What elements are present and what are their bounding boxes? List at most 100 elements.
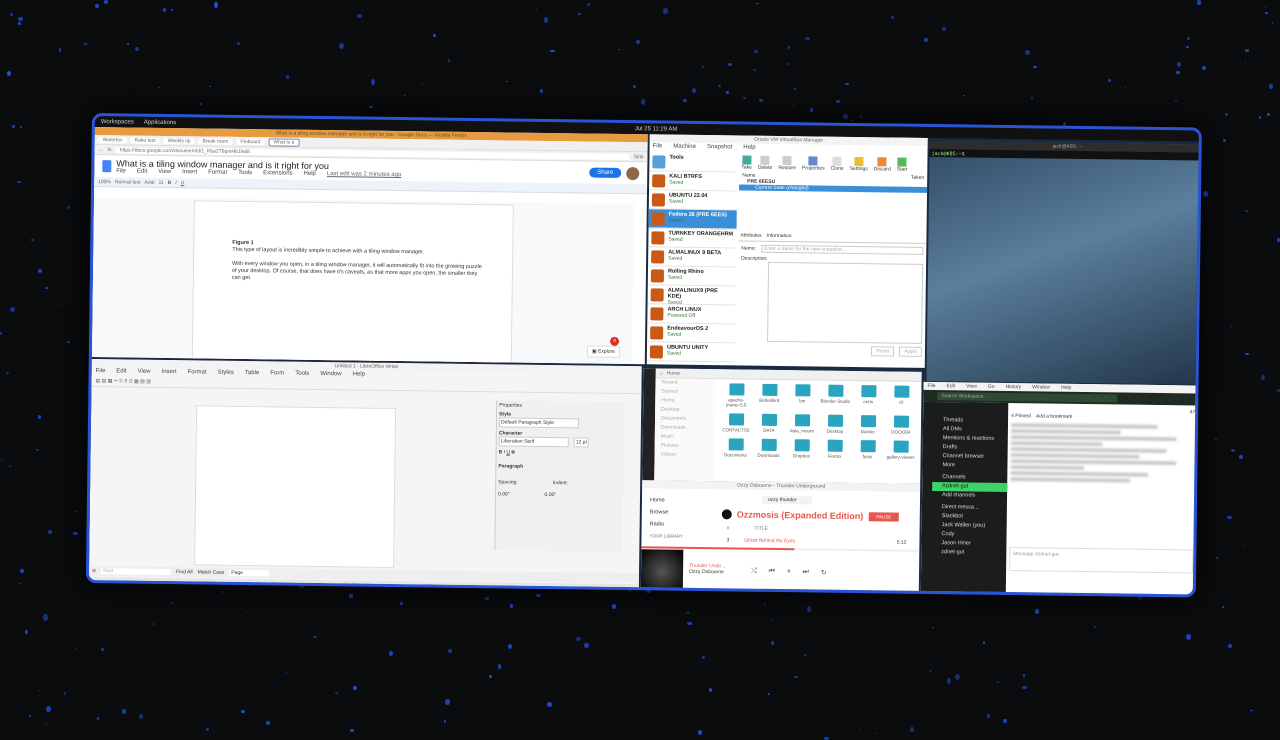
back-icon[interactable]: ← [98,147,103,153]
bold-button[interactable]: B [168,179,172,185]
restore-button[interactable]: Restore [778,156,796,171]
menu-view[interactable]: View [158,169,171,175]
explore-button[interactable]: ▣ Explore [587,345,620,357]
apply-button[interactable]: Apply [899,347,922,357]
paragraph-section[interactable]: Paragraph [498,463,621,471]
tab[interactable]: Break room [199,138,233,144]
clone-button[interactable]: Clone [831,157,844,172]
reload-icon[interactable]: ↻ [107,147,111,153]
next-icon[interactable]: ⏭ [802,568,808,576]
nav-radio[interactable]: Radio [650,518,684,530]
previous-icon[interactable]: ⏮ [769,568,775,576]
menu-item[interactable]: Help [353,371,365,377]
take-button[interactable]: Take [741,156,752,171]
repeat-icon[interactable]: ↻ [821,569,827,577]
underline-button[interactable]: U [181,180,185,186]
folder-item[interactable]: Blender Studio [820,385,850,409]
style-select[interactable]: Normal text [115,179,141,185]
pause-icon[interactable]: ⏸ [787,568,791,576]
settings-button[interactable]: Settings [850,157,868,172]
properties-button[interactable]: Properties [802,156,825,171]
applications-menu[interactable]: Applications [144,119,176,125]
tab-information[interactable]: Information [767,233,792,239]
share-button[interactable]: Share [589,168,621,178]
vm-item[interactable]: Fedora 36 (PRE 6EES)Saved [649,209,737,229]
font-select[interactable]: Liberation Serif [499,436,569,447]
add-channels[interactable]: Add channels [942,491,1007,501]
menu-item[interactable]: Insert [161,369,176,375]
vm-item[interactable]: UBUNTU 22.04Saved [649,190,737,210]
folder-item[interactable]: gallery-viewer [886,440,916,459]
vm-item[interactable]: EndeavourOS 2Saved [647,323,735,343]
vm-item[interactable]: Rolling RhinoSaved [648,266,736,286]
menu-item[interactable]: Window [1032,384,1050,390]
spacing-value[interactable]: 0.00" [498,491,510,497]
vm-item[interactable]: ALMALINUX9 (PRE KDE)Saved [648,285,736,305]
vm-item[interactable]: ARCH LINUXPowered Off [647,304,735,324]
folder-item[interactable]: Docker [853,415,883,434]
folder-item[interactable]: DOCKER [886,415,916,434]
menu-file[interactable]: File [116,168,126,174]
avatar[interactable] [626,166,639,179]
folder-item[interactable]: certs [853,385,883,409]
folder-item[interactable]: apache-jmeter-5.5 [721,383,751,407]
folder-item[interactable]: Documents [721,438,751,457]
folder-item[interactable]: Dropbox [787,439,817,458]
tools-item[interactable]: Tools [649,152,737,172]
folder-item[interactable]: bin [787,384,817,408]
folder-item[interactable]: Desktop [820,415,850,434]
italic-button[interactable]: I [504,449,505,455]
start-button[interactable]: Start [897,158,908,173]
paragraph-style-select[interactable]: Default Paragraph Style [499,417,579,428]
discard-button[interactable]: Discard [874,157,891,172]
indent-value[interactable]: 0.00" [545,492,557,498]
current-user[interactable]: zdnet-gut [941,548,1006,558]
shuffle-icon[interactable]: ⤮ [751,568,757,576]
menu-item[interactable]: File [927,383,935,389]
track-row[interactable]: 3Ghost Behind My Eyes5:12 [726,537,906,545]
close-find-icon[interactable]: ⊗ [92,568,96,574]
description-input[interactable] [767,262,923,344]
vm-item[interactable]: TURNKEY ORANGEHRMSaved [648,228,736,248]
terminal-window[interactable]: jack@K8S: ~ jack@K8S:~$ [927,141,1202,385]
match-case-checkbox[interactable]: Match Case [198,569,225,575]
folder-item[interactable]: data_mount [787,414,817,433]
bold-button[interactable]: B [499,449,503,455]
search-input[interactable]: ozzy thunder [762,496,812,505]
menu-help[interactable]: Help [304,171,316,177]
vm-item[interactable]: UBUNTU UNITYSaved [647,342,735,362]
snapshot-name-input[interactable]: Enter a name for the new snapshot... [761,245,923,255]
tab[interactable]: Raku test [130,137,159,143]
sink-button[interactable]: Sink [634,154,644,160]
folder-item[interactable]: Downloads [754,439,784,458]
message-input[interactable]: Message #zdnet-gut [1009,547,1193,573]
menu-help[interactable]: Help [743,145,755,151]
vm-item[interactable]: KALI BTRFSSaved [649,171,737,191]
menu-item[interactable]: History [1006,384,1022,390]
reset-button[interactable]: Reset [871,346,894,356]
now-playing-artist[interactable]: Ozzy Osbourne [689,569,725,575]
folder-item[interactable]: cli [886,385,916,409]
menu-snapshot[interactable]: Snapshot [707,144,732,150]
search-type-select[interactable]: Page [229,570,269,577]
tab-attributes[interactable]: Attributes [740,232,761,238]
document-page[interactable]: Figure 1 This type of layout is incredib… [192,200,514,364]
workspaces-menu[interactable]: Workspaces [101,119,134,125]
menu-item[interactable]: Styles [218,370,234,376]
nav-home[interactable]: Home [650,494,684,506]
vm-item[interactable]: ALMALINUX 9 BETASaved [648,247,736,267]
menu-extensions[interactable]: Extensions [263,170,292,176]
menu-item[interactable]: View [138,369,151,375]
menu-item[interactable]: Edit [116,368,126,374]
sidebar-item[interactable]: More [942,461,1007,471]
underline-button[interactable]: U [506,449,510,455]
menu-item[interactable]: View [966,383,977,389]
menu-file[interactable]: File [653,143,663,149]
menu-item[interactable]: File [96,368,106,374]
font-select[interactable]: Arial [144,179,154,185]
menu-item[interactable]: Edit [947,383,956,389]
menu-item[interactable]: Form [270,370,284,376]
last-edit-link[interactable]: Last edit was 2 minutes ago [327,171,401,178]
size-select[interactable]: 12 pt [574,437,589,447]
find-input[interactable]: Find [101,568,171,575]
